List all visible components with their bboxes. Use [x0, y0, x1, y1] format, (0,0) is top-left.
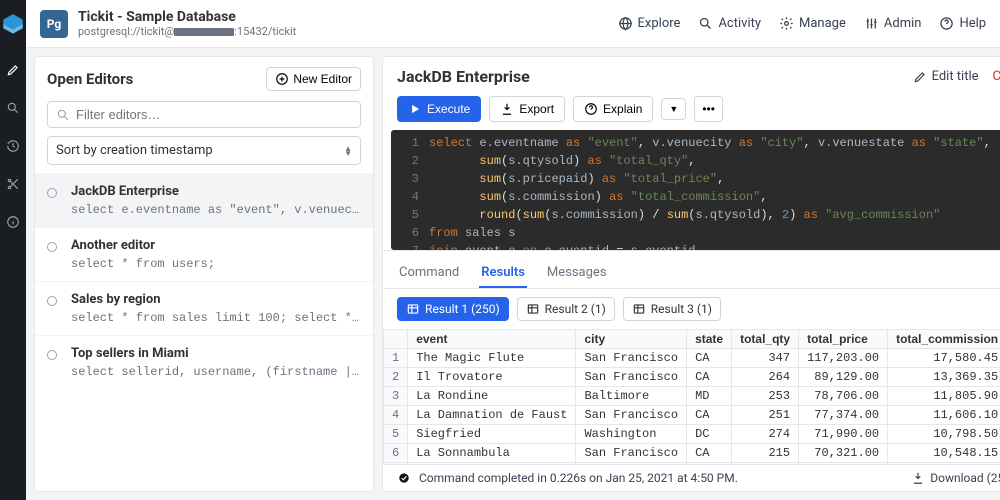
- editor-item-sql: select sellerid, username, (firstname ||…: [71, 365, 361, 379]
- export-button[interactable]: Export: [489, 96, 565, 122]
- editor-item-title: Sales by region: [71, 292, 361, 307]
- editor-item-sql: select * from users;: [71, 257, 361, 271]
- admin-nav[interactable]: Admin: [864, 16, 922, 31]
- filter-editors-input[interactable]: [47, 101, 361, 128]
- table-row[interactable]: 3La RondineBaltimoreMD25378,706.0011,805…: [384, 387, 1000, 406]
- help-nav[interactable]: Help: [939, 16, 986, 31]
- results-table: eventcitystatetotal_qtytotal_pricetotal_…: [383, 329, 1000, 464]
- manage-nav[interactable]: Manage: [779, 16, 846, 31]
- editor-item-sql: select * from sales limit 100; select * …: [71, 311, 361, 325]
- activity-nav[interactable]: Activity: [698, 16, 761, 31]
- result-pill[interactable]: Result 1 (250): [397, 297, 509, 321]
- history-nav-icon[interactable]: [3, 136, 23, 156]
- column-header[interactable]: city: [576, 330, 687, 349]
- panel-title: Open Editors: [47, 70, 133, 88]
- column-header[interactable]: total_commission: [888, 330, 1000, 349]
- download-button[interactable]: Download (250 rows): [911, 471, 1000, 485]
- editor-nav-icon[interactable]: [3, 60, 23, 80]
- column-header[interactable]: event: [408, 330, 576, 349]
- info-nav-icon[interactable]: [3, 212, 23, 232]
- editor-list-item[interactable]: JackDB Enterprise select e.eventname as "…: [35, 173, 373, 227]
- execute-button[interactable]: Execute: [397, 96, 481, 122]
- table-row[interactable]: 5SiegfriedWashingtonDC27471,990.0010,798…: [384, 425, 1000, 444]
- more-actions-button[interactable]: •••: [694, 96, 723, 122]
- open-editors-panel: Open Editors New Editor Sort by creation…: [34, 56, 374, 492]
- editor-item-title: Top sellers in Miami: [71, 346, 361, 361]
- tab-results[interactable]: Results: [479, 259, 527, 288]
- nav-rail: [0, 0, 26, 500]
- editor-item-title: Another editor: [71, 238, 361, 253]
- filter-editors-field[interactable]: [76, 107, 352, 122]
- radio-icon: [47, 188, 57, 198]
- column-header[interactable]: total_price: [799, 330, 888, 349]
- tab-command[interactable]: Command: [397, 259, 461, 288]
- radio-icon: [47, 296, 57, 306]
- column-header[interactable]: total_qty: [732, 330, 799, 349]
- explore-nav[interactable]: Explore: [618, 16, 681, 31]
- table-row[interactable]: 4La Damnation de FaustSan FranciscoCA251…: [384, 406, 1000, 425]
- app-logo: [0, 12, 26, 42]
- table-row[interactable]: 6La SonnambulaSan FranciscoCA21570,321.0…: [384, 444, 1000, 463]
- editor-list-item[interactable]: Another editor select * from users;: [35, 227, 373, 281]
- sort-editors-select[interactable]: Sort by creation timestamp ▲▼: [47, 136, 361, 165]
- db-connection-string: postgresql://tickit@:15432/tickit: [78, 25, 296, 38]
- table-row[interactable]: 1The Magic FluteSan FranciscoCA347117,20…: [384, 349, 1000, 368]
- editor-title: JackDB Enterprise: [397, 67, 530, 86]
- column-header[interactable]: state: [687, 330, 732, 349]
- new-editor-button[interactable]: New Editor: [266, 67, 361, 91]
- editor-list-item[interactable]: Sales by region select * from sales limit…: [35, 281, 373, 335]
- editor-item-sql: select e.eventname as "event", v.venueci…: [71, 203, 361, 217]
- editor-workspace: JackDB Enterprise Edit title Close Execu…: [382, 56, 1000, 492]
- explain-button[interactable]: Explain: [573, 96, 653, 122]
- radio-icon: [47, 242, 57, 252]
- sql-code-editor[interactable]: 1select e.eventname as "event", v.venuec…: [391, 130, 1000, 250]
- result-pill[interactable]: Result 2 (1): [517, 297, 615, 321]
- radio-icon: [47, 350, 57, 360]
- close-editor-button[interactable]: Close: [993, 69, 1000, 84]
- explain-dropdown-button[interactable]: ▼: [661, 98, 686, 120]
- editor-item-title: JackDB Enterprise: [71, 184, 361, 199]
- status-text: Command completed in 0.226s on Jan 25, 2…: [419, 471, 738, 485]
- search-nav-icon[interactable]: [3, 98, 23, 118]
- snippets-nav-icon[interactable]: [3, 174, 23, 194]
- tab-messages[interactable]: Messages: [545, 259, 609, 288]
- db-title: Tickit - Sample Database: [78, 9, 296, 26]
- db-type-badge: Pg: [40, 10, 68, 38]
- edit-title-button[interactable]: Edit title: [913, 69, 979, 84]
- result-pill[interactable]: Result 3 (1): [623, 297, 721, 321]
- status-success-icon: [397, 471, 411, 485]
- topbar: Pg Tickit - Sample Database postgresql:/…: [26, 0, 1000, 48]
- editor-list-item[interactable]: Top sellers in Miami select sellerid, use…: [35, 335, 373, 389]
- table-row[interactable]: 2Il TrovatoreSan FranciscoCA26489,129.00…: [384, 368, 1000, 387]
